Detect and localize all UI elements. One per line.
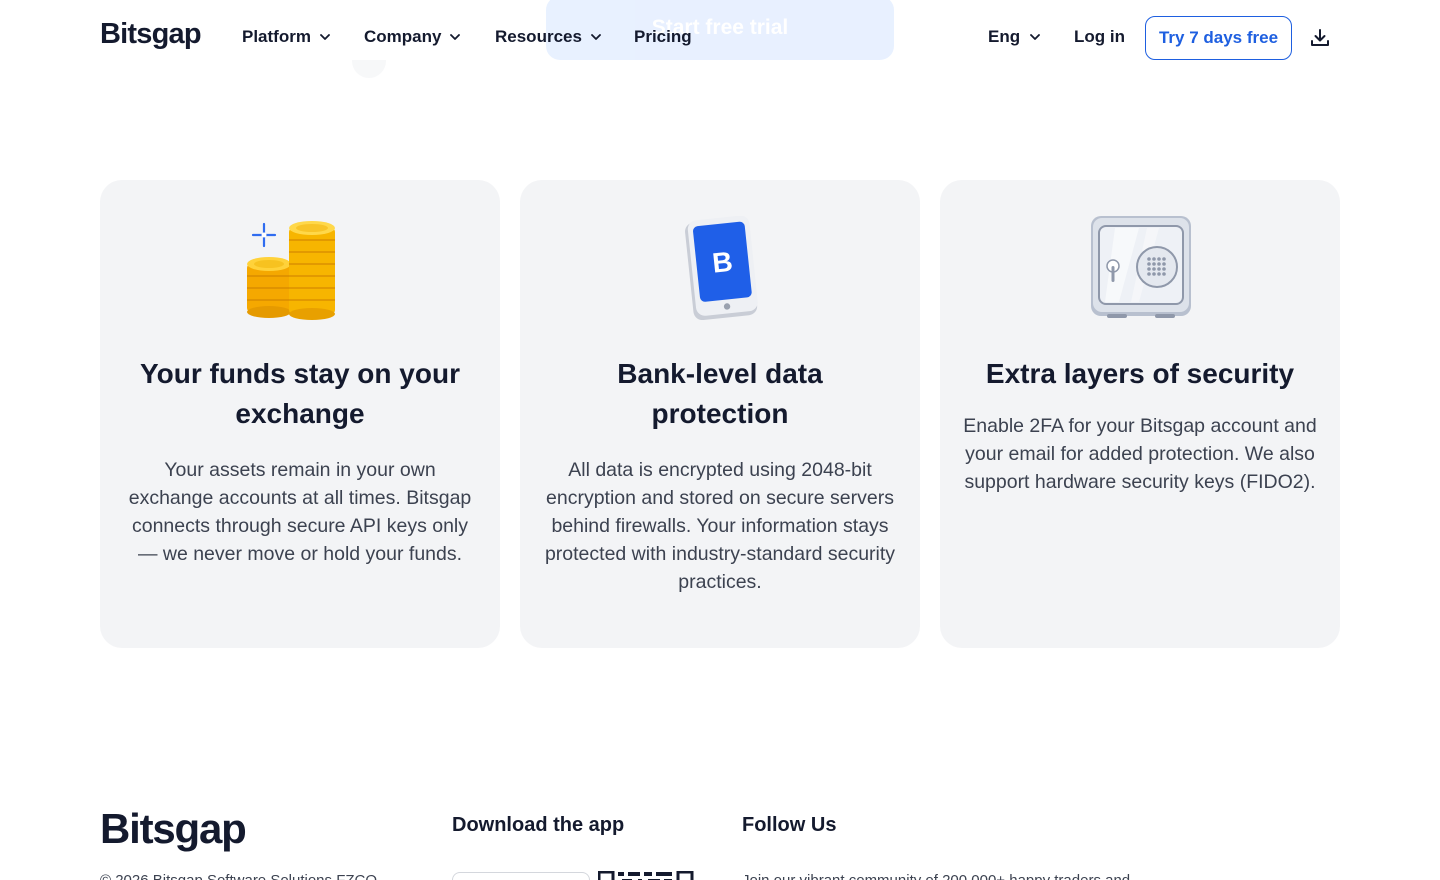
card-description: Your assets remain in your own exchange … <box>128 459 472 565</box>
main-nav: Platform Company Resources Pricing <box>242 27 692 47</box>
community-text: Join our vibrant community of 200,000+ h… <box>742 872 1130 880</box>
nav-resources[interactable]: Resources <box>495 27 634 47</box>
card-title: Extra layers of security <box>985 358 1295 389</box>
copyright-text: © 2026 Bitsgap Software Solutions FZCO <box>100 872 377 880</box>
card-title: Your funds stay on your exchange <box>140 358 460 429</box>
phone-logo-letter: B <box>711 246 734 279</box>
card-description: All data is encrypted using 2048-bit enc… <box>544 459 896 593</box>
card-bank-level-protection: B Bank-level data protection All data is… <box>520 180 920 648</box>
chevron-down-icon <box>1030 34 1041 40</box>
card-extra-security: Extra layers of security Enable 2FA for … <box>940 180 1340 648</box>
page: Start free trial Bitsgap Platform Compan… <box>0 0 1440 880</box>
download-icon[interactable] <box>1308 26 1332 50</box>
chevron-down-icon <box>591 34 601 40</box>
site-header: Start free trial Bitsgap Platform Compan… <box>0 0 1440 78</box>
app-store-badge[interactable] <box>452 872 590 880</box>
card-title: Bank-level data protection <box>617 358 823 429</box>
nav-pricing[interactable]: Pricing <box>634 27 692 47</box>
qr-code-icon <box>598 871 694 880</box>
nav-company[interactable]: Company <box>364 27 495 47</box>
nav-pricing-label: Pricing <box>634 27 692 46</box>
chevron-down-icon <box>450 34 461 40</box>
nav-platform-label: Platform <box>242 27 311 46</box>
language-label: Eng <box>988 27 1021 46</box>
login-link[interactable]: Log in <box>1074 27 1125 47</box>
chevron-down-icon <box>320 34 330 40</box>
download-app-heading: Download the app <box>452 814 625 836</box>
phone-shield-icon: B <box>665 216 775 320</box>
nav-platform[interactable]: Platform <box>242 27 364 47</box>
gold-coins-icon <box>245 216 355 320</box>
scroll-indicator <box>352 60 386 78</box>
try-free-button[interactable]: Try 7 days free <box>1145 16 1292 60</box>
footer-logo[interactable]: Bitsgap <box>100 805 247 853</box>
safe-icon <box>1085 216 1195 320</box>
card-funds-on-exchange: Your funds stay on your exchange Your as… <box>100 180 500 648</box>
card-description: Enable 2FA for your Bitsgap account and … <box>963 415 1317 493</box>
follow-us-heading: Follow Us <box>742 814 837 836</box>
nav-company-label: Company <box>364 27 442 46</box>
nav-resources-label: Resources <box>495 27 582 46</box>
security-cards: Your funds stay on your exchange Your as… <box>100 180 1340 648</box>
language-selector[interactable]: Eng <box>988 27 1041 47</box>
bitsgap-logo[interactable]: Bitsgap <box>100 18 202 51</box>
